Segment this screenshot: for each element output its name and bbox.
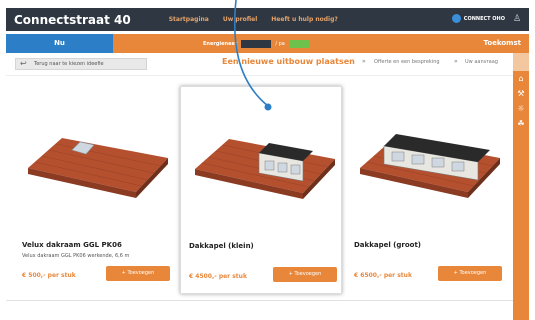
roof-window-image xyxy=(28,138,168,198)
user-icon[interactable]: ♙ xyxy=(512,14,522,24)
tool-icon[interactable]: ⚒ xyxy=(513,86,529,101)
product-card[interactable]: Velux dakraam GGL PK06 Velux dakraam GGL… xyxy=(14,86,176,294)
product-title: Velux dakraam GGL PK06 xyxy=(22,241,122,249)
product-card[interactable]: Dakkapel (klein) € 4500,- per stuk + Toe… xyxy=(180,86,342,294)
back-button[interactable]: ↩ Terug naar te kiezen ideefie xyxy=(15,58,147,70)
product-price: € 500,- per stuk xyxy=(22,272,76,279)
step-separator: » xyxy=(362,58,366,65)
nav-profiel[interactable]: Uw profiel xyxy=(223,16,257,23)
energy-green-badge xyxy=(288,39,309,48)
tab-future[interactable]: Toekomst xyxy=(484,34,522,53)
footer-divider xyxy=(6,300,513,301)
tab-bar: Nu Energieneer / pa Toekomst xyxy=(6,34,529,53)
house-icon[interactable]: ⌂ xyxy=(513,71,529,86)
connect-icon xyxy=(451,14,461,23)
product-title: Dakkapel (groot) xyxy=(354,241,421,249)
right-sidebar: ⌂ ⚒ ☼ ☘ xyxy=(513,53,529,320)
add-button[interactable]: + Toevoegen xyxy=(438,266,502,281)
nav-startpagina[interactable]: Startpagina xyxy=(169,16,209,23)
connect-button[interactable]: CONNECT OHO xyxy=(451,14,505,23)
back-button-label: Terug naar te kiezen ideefie xyxy=(34,61,104,67)
step-current: Een nieuwe uitbouw plaatsen xyxy=(222,57,355,66)
breadcrumb: ↩ Terug naar te kiezen ideefie Een nieuw… xyxy=(6,53,513,76)
product-description: Velux dakraam GGL PK06 werkende, 6,6 m xyxy=(22,253,130,259)
small-dormer-image xyxy=(195,139,335,199)
energy-sep: / pa xyxy=(275,40,285,47)
nav-help[interactable]: Heeft u hulp nodig? xyxy=(271,16,338,23)
tab-now[interactable]: Nu xyxy=(6,34,113,53)
step-two[interactable]: Offerte en een bespreking xyxy=(374,59,440,65)
connect-label: CONNECT OHO xyxy=(463,15,505,22)
energy-meter xyxy=(241,39,272,48)
energy-indicator: Energieneer / pa xyxy=(203,38,309,49)
product-title: Dakkapel (klein) xyxy=(189,242,254,250)
back-arrow-icon: ↩ xyxy=(20,59,27,68)
lightbulb-icon[interactable]: ☼ xyxy=(513,101,529,116)
product-price: € 6500,- per stuk xyxy=(354,272,412,279)
product-price: € 4500,- per stuk xyxy=(189,273,247,280)
add-button[interactable]: + Toevoegen xyxy=(273,267,337,282)
large-dormer-image xyxy=(360,134,500,198)
product-card[interactable]: Dakkapel (groot) € 6500,- per stuk + Toe… xyxy=(346,86,508,294)
add-button[interactable]: + Toevoegen xyxy=(106,266,170,281)
leaf-icon[interactable]: ☘ xyxy=(513,116,529,131)
step-separator: » xyxy=(454,58,458,65)
step-three[interactable]: Uw aanvraag xyxy=(465,59,498,65)
energy-label: Energieneer xyxy=(203,40,238,47)
top-bar: Connectstraat 40 Startpagina Uw profiel … xyxy=(6,8,529,31)
product-grid: Velux dakraam GGL PK06 Velux dakraam GGL… xyxy=(14,86,511,296)
top-nav: Startpagina Uw profiel Heeft u hulp nodi… xyxy=(169,16,338,23)
sidebar-top-tab[interactable] xyxy=(513,53,529,71)
app-brand: Connectstraat 40 xyxy=(14,12,131,27)
